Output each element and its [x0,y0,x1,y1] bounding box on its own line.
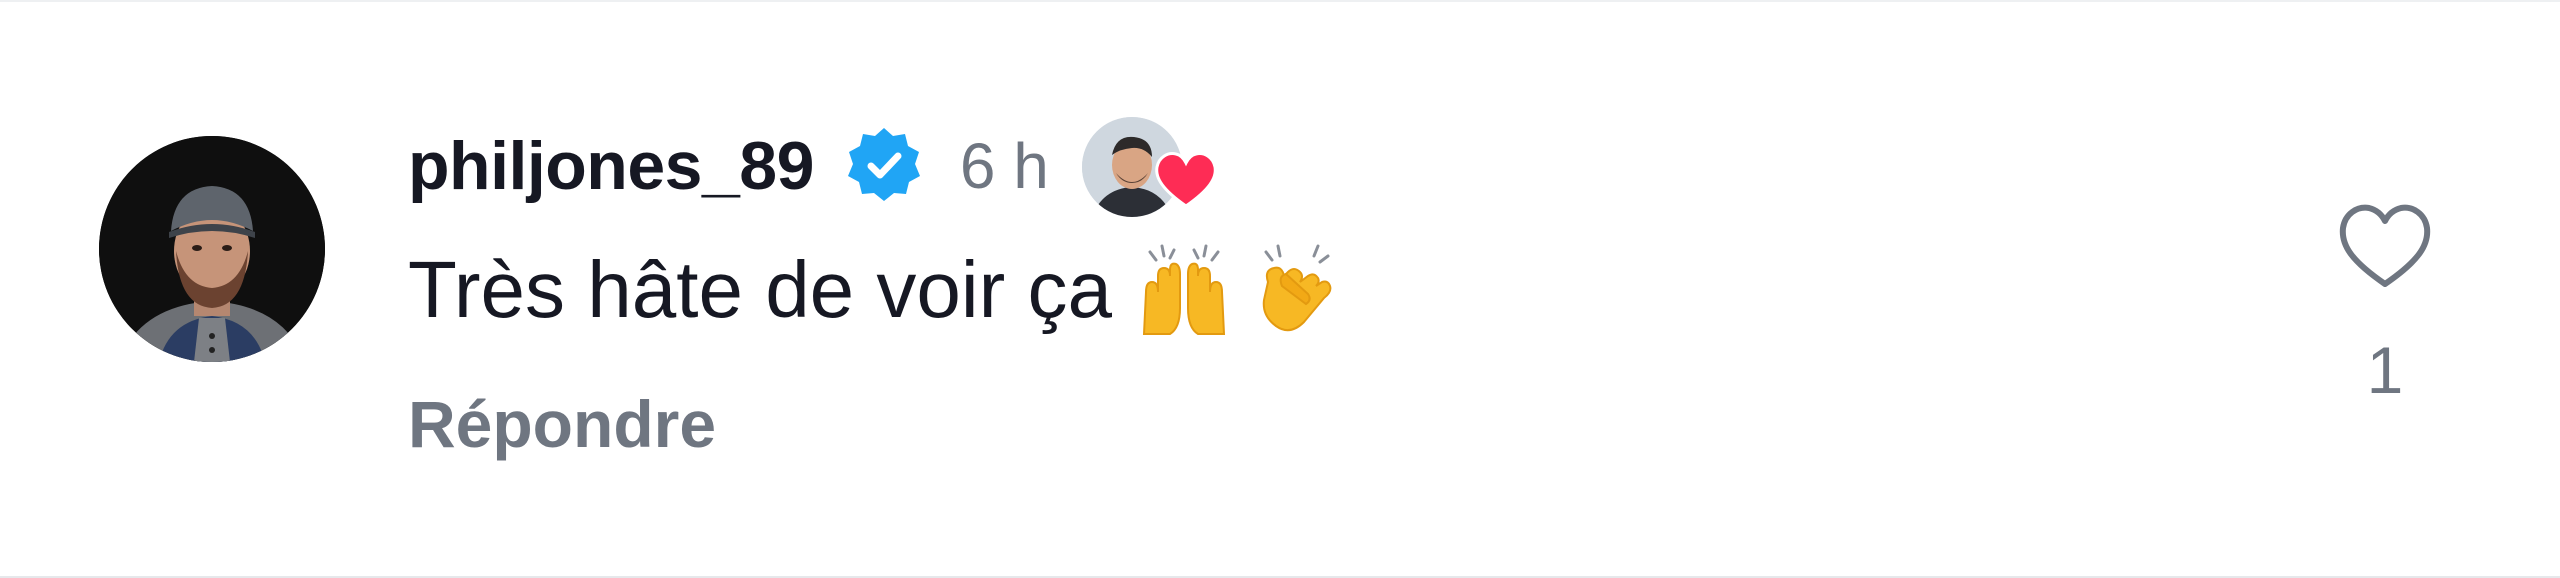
verified-badge-icon [842,124,926,208]
reply-button[interactable]: Répondre [408,386,716,462]
comment-header: philjones_89 6 h [408,106,1219,226]
like-count: 1 [2366,333,2404,407]
avatar-image [99,136,325,362]
like-section: 1 [2330,202,2440,408]
comment-frame: philjones_89 6 h Très hâte de voir ça Ré… [0,0,2560,578]
heart-icon [1153,150,1219,210]
clapping-hands-icon [1248,242,1344,338]
comment-body: philjones_89 6 h Très hâte de voir ça Ré… [408,2,2208,576]
comment-text-content: Très hâte de voir ça [408,245,1113,334]
raising-hands-icon [1136,242,1232,338]
comment-timestamp: 6 h [959,130,1049,202]
username[interactable]: philjones_89 [408,127,814,205]
avatar[interactable] [99,136,325,362]
heart-outline-icon[interactable] [2335,202,2435,292]
creator-liked-indicator [1078,114,1219,220]
comment-text: Très hâte de voir ça [408,242,1344,338]
comment-item: philjones_89 6 h Très hâte de voir ça Ré… [0,2,2560,576]
